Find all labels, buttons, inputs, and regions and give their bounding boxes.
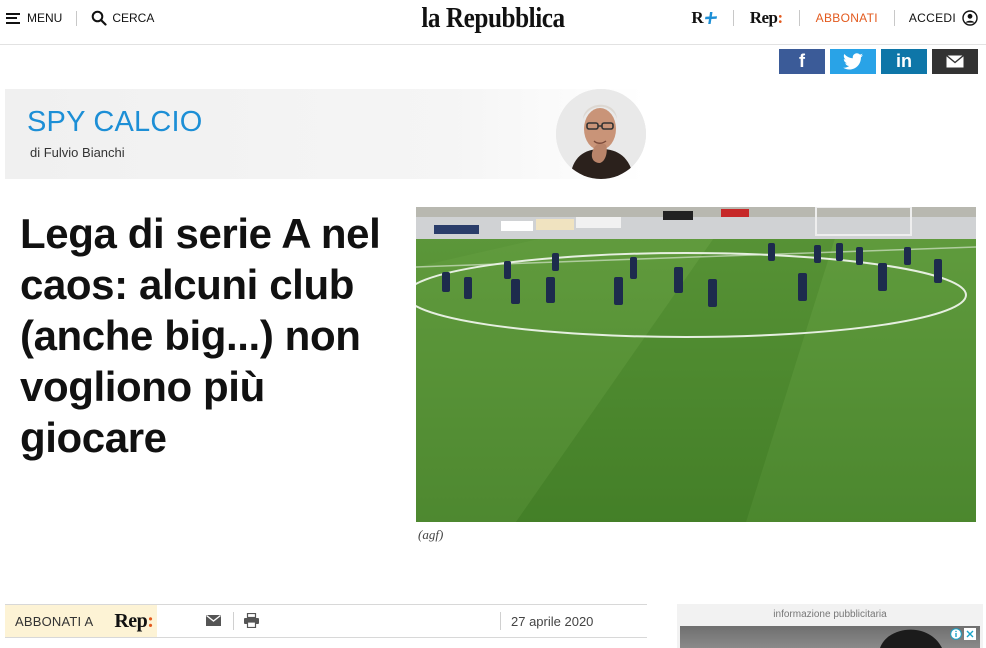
ad-choices[interactable]	[950, 628, 976, 640]
header-right-controls: R Rep: ABBONATI ACCEDI	[691, 8, 978, 28]
rep-logo-colon: :	[147, 609, 154, 632]
author-avatar	[556, 89, 646, 179]
facebook-icon: f	[799, 51, 805, 71]
rplus-label: R	[691, 8, 704, 27]
hamburger-icon	[6, 12, 20, 24]
rep-logo-text: Rep	[114, 609, 148, 632]
divider	[798, 10, 800, 26]
plus-icon	[704, 12, 717, 24]
email-icon[interactable]	[206, 615, 221, 626]
training-field-image	[416, 207, 976, 522]
email-share-button[interactable]	[932, 49, 978, 74]
article-meta-bar: ABBONATI A Rep: 27 aprile 2020	[5, 604, 647, 638]
article-photo[interactable]	[416, 207, 976, 522]
subscribe-promo-label: ABBONATI A	[15, 613, 94, 629]
user-icon	[962, 10, 978, 26]
advertisement: informazione pubblicitaria	[677, 604, 983, 648]
subscribe-promo[interactable]: ABBONATI A Rep:	[5, 605, 157, 637]
rep-label: Rep	[749, 8, 778, 27]
photo-caption: (agf)	[418, 527, 444, 542]
divider	[233, 612, 234, 630]
rep-logo: Rep:	[114, 609, 154, 633]
divider	[500, 612, 501, 630]
article-date: 27 aprile 2020	[511, 614, 594, 629]
blog-title[interactable]: SPY CALCIO	[27, 106, 203, 139]
ad-product-image	[880, 629, 942, 648]
info-icon	[950, 628, 962, 640]
subscribe-link[interactable]: ABBONATI	[816, 11, 878, 25]
close-icon	[964, 628, 976, 640]
linkedin-icon: in	[896, 51, 912, 71]
ad-label: informazione pubblicitaria	[773, 609, 887, 620]
blog-author: di Fulvio Bianchi	[30, 145, 125, 160]
linkedin-share-button[interactable]: in	[881, 49, 927, 74]
article-headline: Lega di serie A nel caos: alcuni club (a…	[20, 210, 381, 461]
rep-colon: :	[777, 8, 783, 27]
envelope-icon	[946, 55, 964, 68]
share-bar: f in	[774, 49, 978, 74]
login-label: ACCEDI	[908, 11, 956, 25]
rplus-link[interactable]: R	[691, 8, 717, 28]
login-button[interactable]: ACCEDI	[909, 10, 978, 26]
rep-link[interactable]: Rep:	[750, 8, 783, 28]
facebook-share-button[interactable]: f	[779, 49, 825, 74]
site-header: MENU CERCA la Repubblica R Rep: ABBONATI…	[0, 0, 986, 45]
ad-creative[interactable]	[680, 626, 980, 648]
blog-banner: SPY CALCIO di Fulvio Bianchi	[5, 89, 646, 179]
divider	[893, 10, 895, 26]
print-icon[interactable]	[244, 613, 259, 628]
author-portrait	[556, 89, 646, 179]
twitter-share-button[interactable]	[830, 49, 876, 74]
twitter-icon	[843, 53, 863, 70]
divider	[732, 10, 734, 26]
